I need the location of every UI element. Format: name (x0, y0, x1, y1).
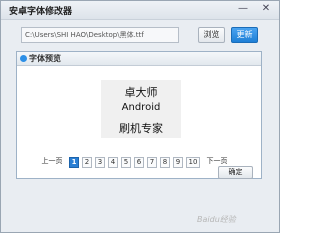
font-modifier-window: 安卓字体修改器 — ✕ C:\Users\SHI HAO\Desktop\黑体.… (0, 0, 280, 233)
preview-icon (20, 55, 27, 62)
page-button-7[interactable]: 7 (147, 157, 157, 168)
page-button-3[interactable]: 3 (95, 157, 105, 168)
preview-title: 字体预览 (29, 54, 61, 63)
page-button-5[interactable]: 5 (121, 157, 131, 168)
font-sample-box: 卓大师 Android 刷机专家 (101, 80, 181, 138)
browse-button[interactable]: 浏览 (198, 27, 225, 43)
page-button-1[interactable]: 1 (69, 157, 79, 168)
watermark: Baidu经验 (197, 215, 236, 224)
sample-line: 刷机专家 (119, 122, 163, 135)
sample-line: 卓大师 (124, 86, 158, 99)
page-button-9[interactable]: 9 (173, 157, 183, 168)
page-button-2[interactable]: 2 (82, 157, 92, 168)
font-path-input[interactable]: C:\Users\SHI HAO\Desktop\黑体.ttf (21, 27, 179, 43)
minimize-icon[interactable]: — (232, 1, 254, 17)
window-title: 安卓字体修改器 (9, 7, 73, 17)
preview-header: 字体预览 (17, 52, 261, 66)
page-button-6[interactable]: 6 (134, 157, 144, 168)
page-button-10[interactable]: 10 (186, 157, 200, 168)
page-button-8[interactable]: 8 (160, 157, 170, 168)
sample-line: Android (121, 102, 161, 113)
update-button[interactable]: 更新 (231, 27, 258, 43)
next-page-link[interactable]: 下一页 (204, 157, 230, 168)
title-bar[interactable]: 安卓字体修改器 — ✕ (1, 1, 279, 20)
prev-page-link[interactable]: 上一页 (39, 157, 65, 168)
page-button-4[interactable]: 4 (108, 157, 118, 168)
close-icon[interactable]: ✕ (255, 1, 277, 17)
